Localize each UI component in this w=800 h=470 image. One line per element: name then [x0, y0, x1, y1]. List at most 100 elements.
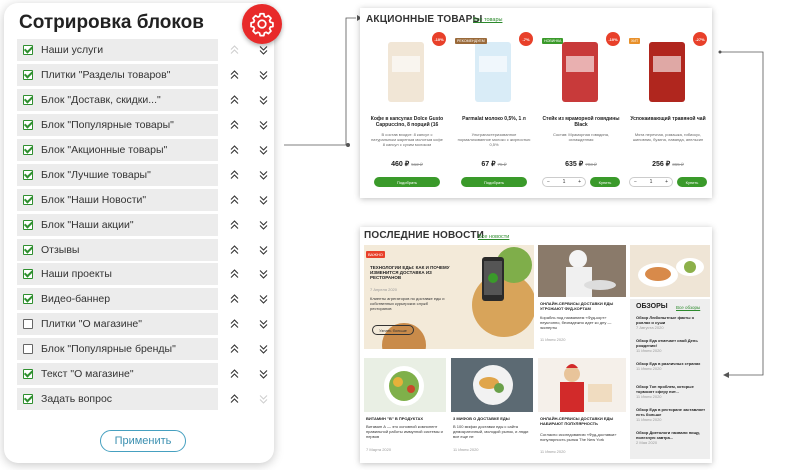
sort-row: Блок "Наши Новости"	[17, 187, 275, 212]
price-old: 703 ₽	[585, 162, 597, 167]
news-tile-4[interactable]: ОНЛАЙН-СЕРВИСЫ ДОСТАВКИ ЕДЫ НАБИРАЮТ ПОП…	[538, 358, 626, 458]
sort-row: Блок "Популярные товары"	[17, 113, 275, 138]
block-checkbox[interactable]	[23, 219, 33, 230]
product-tag: РЕКОМЕНДУЕМ	[455, 38, 487, 44]
move-up-icon[interactable]	[229, 368, 240, 380]
block-checkbox[interactable]	[23, 369, 33, 380]
move-down-icon[interactable]	[258, 44, 269, 56]
news-tile-3[interactable]: 3 МИФОВ О ДОСТАВКЕ ЕДЫ В 100 мифах доста…	[451, 358, 533, 458]
move-down-icon[interactable]	[258, 343, 269, 355]
review-item[interactable]: Обзор Еда отмечает свой День рождения! 11…	[636, 338, 708, 353]
featured-head: ТЕХНОЛОГИИ ЕДЫ: КАК И ПОЧЕМУ ИЗМЕНИТСЯ Д…	[370, 265, 450, 280]
block-checkbox[interactable]	[23, 194, 33, 205]
sort-row: Видео-баннер	[17, 287, 275, 312]
move-up-icon[interactable]	[229, 119, 240, 131]
featured-date: 7 Апреля 2020	[370, 287, 397, 292]
plus-icon[interactable]: +	[665, 179, 668, 185]
block-checkbox[interactable]	[23, 95, 33, 106]
price-current: 256 ₽	[652, 161, 671, 168]
block-checkbox[interactable]	[23, 169, 33, 180]
sort-row-item: Блок "Наши акции"	[17, 213, 218, 236]
pick-button[interactable]: Подобрать	[374, 177, 440, 187]
block-checkbox[interactable]	[23, 120, 33, 131]
block-checkbox[interactable]	[23, 269, 33, 280]
move-down-icon[interactable]	[258, 368, 269, 380]
review-item[interactable]: Обзор Диетологи назвали пищу, полезную з…	[636, 430, 708, 445]
move-up-icon[interactable]	[229, 69, 240, 81]
move-down-icon[interactable]	[258, 119, 269, 131]
review-item[interactable]: Обзор Еда в ресторане заставляет есть бо…	[636, 407, 708, 422]
move-up-icon[interactable]	[229, 318, 240, 330]
buy-button[interactable]: Купить	[590, 177, 620, 187]
apply-button[interactable]: Применить	[100, 430, 186, 452]
move-down-icon[interactable]	[258, 244, 269, 256]
featured-more-button[interactable]: Узнать больше	[372, 325, 414, 335]
move-up-icon[interactable]	[229, 169, 240, 181]
move-up-icon[interactable]	[229, 244, 240, 256]
product-image	[374, 36, 438, 108]
minus-icon[interactable]: −	[547, 179, 550, 185]
sort-row: Плитки "Разделы товаров"	[17, 63, 275, 88]
product-card[interactable]: -10% Кофе в капсулах Dolce Gusto Cappucci…	[366, 32, 448, 194]
reviews-title: ОБЗОРЫ	[636, 303, 668, 310]
review-date: 2 Мая 2020	[636, 440, 658, 445]
move-up-icon[interactable]	[229, 393, 240, 405]
review-item[interactable]: Обзор Любопытные факты о роллах и суши 7 …	[636, 315, 708, 330]
move-up-icon[interactable]	[229, 219, 240, 231]
featured-news[interactable]: ВАЖНО ТЕХНОЛОГИИ ЕДЫ: КАК И ПОЧЕМУ ИЗМЕН…	[364, 245, 534, 349]
plus-icon[interactable]: +	[578, 179, 581, 185]
move-down-icon[interactable]	[258, 219, 269, 231]
move-down-icon[interactable]	[258, 318, 269, 330]
product-desc: Состав: Мраморная говядина, охлажденная	[552, 132, 610, 142]
review-date: 11 Июня 2020	[636, 348, 662, 353]
reviews-all-link[interactable]: Все обзоры	[676, 305, 700, 310]
settings-gear-icon[interactable]	[242, 4, 282, 44]
pick-button[interactable]: Подобрать	[461, 177, 527, 187]
block-label: Отзывы	[41, 243, 80, 256]
block-checkbox[interactable]	[23, 70, 33, 81]
discount-badge: -27%	[693, 32, 707, 46]
product-tag: НОВИНКА	[542, 38, 564, 44]
move-down-icon[interactable]	[258, 94, 269, 106]
sort-row: Плитки "О магазине"	[17, 312, 275, 337]
price-current: 67 ₽	[481, 161, 496, 168]
sort-row: Текст "О магазине"	[17, 362, 275, 387]
move-down-icon[interactable]	[258, 144, 269, 156]
news-all-link[interactable]: Все новости	[478, 234, 509, 240]
move-down-icon[interactable]	[258, 169, 269, 181]
review-text: Обзор Еда отмечает свой День рождения!	[636, 338, 698, 348]
move-down-icon[interactable]	[258, 293, 269, 305]
block-checkbox[interactable]	[23, 393, 33, 404]
block-label: Плитки "Разделы товаров"	[41, 69, 171, 82]
product-card[interactable]: НОВИНКА -10% Стейк из мраморной говядины B…	[540, 32, 622, 194]
move-down-icon[interactable]	[258, 268, 269, 280]
news-tile-1[interactable]: ОНЛАЙН-СЕРВИСЫ ДОСТАВКИ ЕДЫ УГРОЖАЮТ ФУД…	[538, 245, 626, 349]
quantity-stepper[interactable]: − 1 +	[629, 177, 673, 187]
move-up-icon[interactable]	[229, 268, 240, 280]
move-down-icon[interactable]	[258, 194, 269, 206]
review-item[interactable]: Обзор Топ проблем, которые тормозят сфер…	[636, 384, 708, 399]
block-checkbox[interactable]	[23, 319, 33, 330]
block-checkbox[interactable]	[23, 344, 33, 355]
product-card[interactable]: РЕКОМЕНДУЕМ -7% Parmalat молоко 0,5%, 1 л У…	[453, 32, 535, 194]
sort-row-item: Блок "Доставк, скидки..."	[17, 89, 218, 112]
product-card[interactable]: ХИТ -27% Успокаивающий травяной чай Мята пе…	[627, 32, 709, 194]
block-label: Плитки "О магазине"	[41, 318, 142, 331]
block-checkbox[interactable]	[23, 145, 33, 155]
review-item[interactable]: Обзор Еда в различных странах 11 Июня 202…	[636, 361, 708, 371]
block-checkbox[interactable]	[23, 294, 33, 305]
move-up-icon[interactable]	[229, 144, 240, 156]
news-tile-2[interactable]: ВИТАМИН "В" В ПРОДУКТАХ Витамин А — это …	[364, 358, 446, 458]
move-down-icon[interactable]	[258, 69, 269, 81]
move-up-icon[interactable]	[229, 343, 240, 355]
promo-all-link[interactable]: Все товары	[473, 17, 502, 23]
move-up-icon[interactable]	[229, 94, 240, 106]
buy-button[interactable]: Купить	[677, 177, 707, 187]
quantity-stepper[interactable]: − 1 +	[542, 177, 586, 187]
minus-icon[interactable]: −	[634, 179, 637, 185]
move-up-icon[interactable]	[229, 293, 240, 305]
block-checkbox[interactable]	[23, 45, 33, 56]
move-up-icon[interactable]	[229, 194, 240, 206]
block-checkbox[interactable]	[23, 244, 33, 255]
featured-badge: ВАЖНО	[366, 251, 385, 258]
